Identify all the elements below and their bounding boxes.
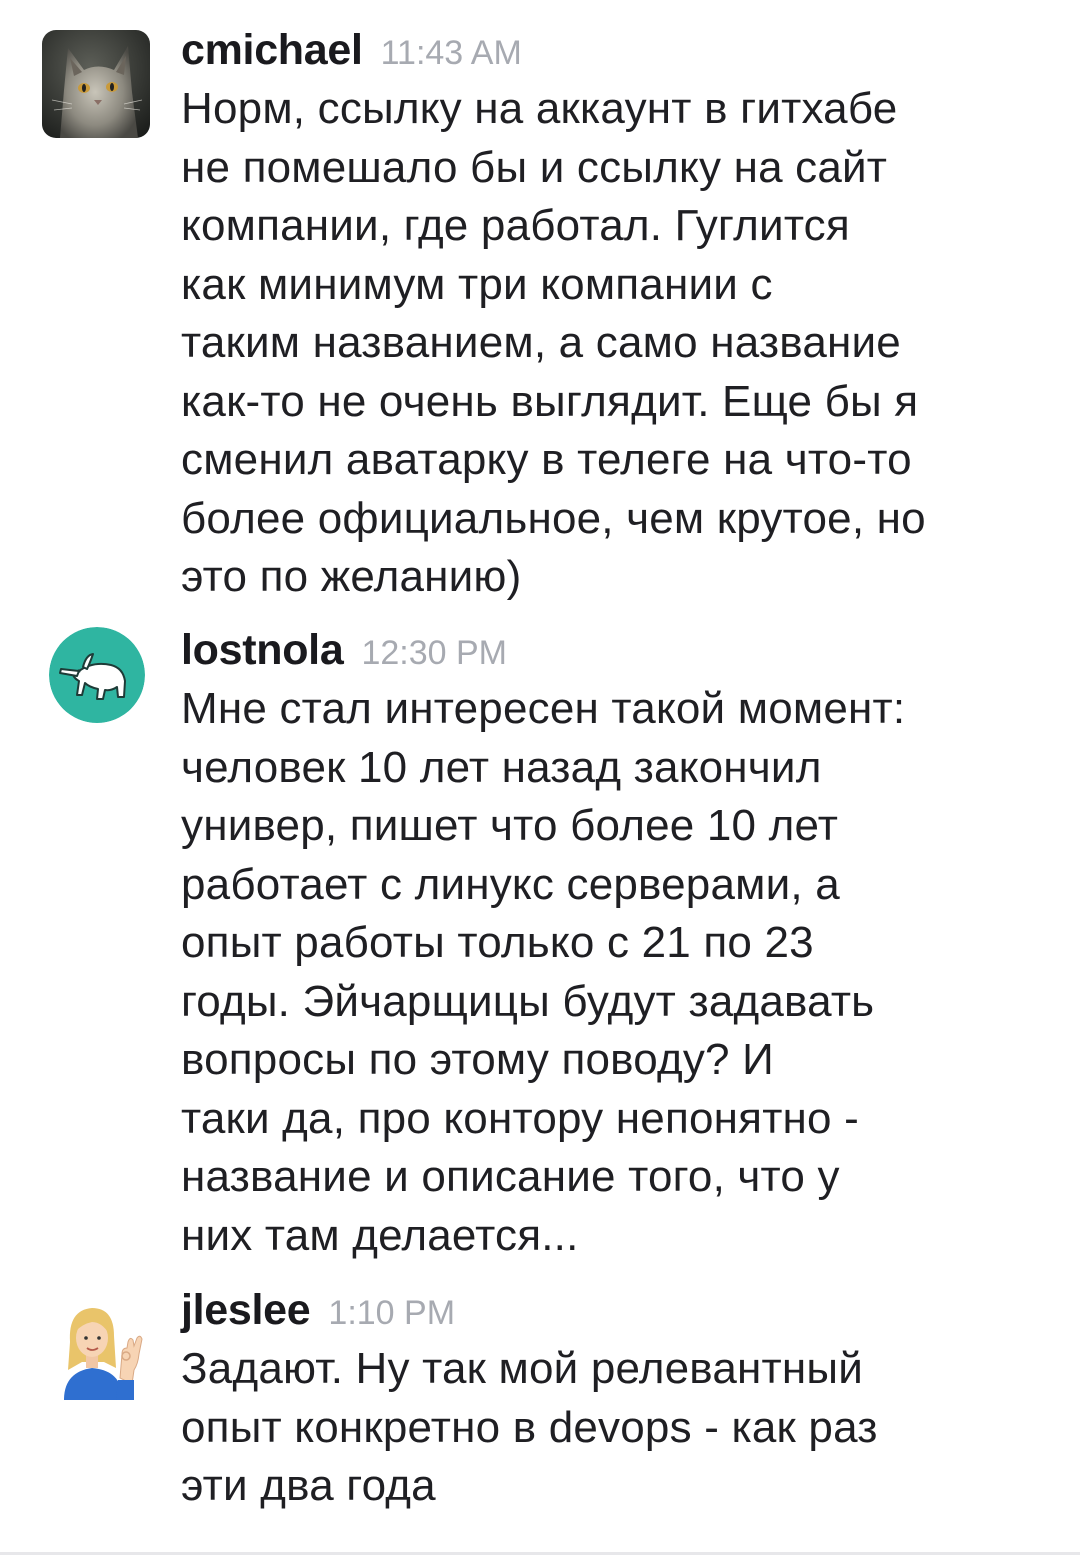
person-avatar-image <box>42 1292 150 1400</box>
message-line: таки да, про контору непонятно - <box>181 1093 860 1143</box>
message-line: компании, где работал. Гуглится <box>181 201 850 250</box>
message-header: jleslee 1:10 PM <box>181 1280 1051 1340</box>
message-line: годы. Эйчарщицы будут задавать <box>181 976 875 1026</box>
message-line: вопросы по этому поводу? И <box>181 1035 774 1084</box>
message-line: сменил аватарку в телеге на что-то <box>181 435 912 484</box>
message-line: эти два года <box>181 1461 436 1510</box>
message-line: Задают. Ну так мой релевантный <box>181 1344 864 1393</box>
message-line: опыт конкретно в devops - как раз <box>181 1402 878 1452</box>
aardvark-avatar-image <box>49 627 145 723</box>
message-line: таким названием, а само название <box>181 318 901 367</box>
message-line: универ, пишет что более 10 лет <box>181 801 839 850</box>
message-text: Норм, ссылку на аккаунт в гитхабе не пом… <box>181 80 1051 607</box>
message-line: это по желанию) <box>181 552 522 601</box>
message-line: как минимум три компании с <box>181 259 773 309</box>
message-line: название и описание того, что у <box>181 1152 840 1201</box>
message-content: cmichael 11:43 AM Норм, ссылку на аккаунт… <box>181 20 1051 607</box>
message-line: более официальное, чем крутое, но <box>181 493 926 543</box>
timestamp: 12:30 PM <box>361 634 507 672</box>
message-header: cmichael 11:43 AM <box>181 20 1051 80</box>
message-line: не помешало бы и ссылку на сайт <box>181 142 888 192</box>
username[interactable]: lostnola <box>181 626 344 674</box>
aardvark-avatar-icon[interactable] <box>49 627 145 723</box>
message-text: Мне стал интересен такой момент: человек… <box>181 680 1051 1265</box>
username[interactable]: cmichael <box>181 26 363 74</box>
message-content: jleslee 1:10 PM Задают. Ну так мой релева… <box>181 1280 1051 1516</box>
message-line: Мне стал интересен такой момент: <box>181 684 906 733</box>
message-line: работает с линукс серверами, а <box>181 859 840 909</box>
message-content: lostnola 12:30 PM Мне стал интересен тако… <box>181 620 1051 1265</box>
person-ok-gesture-avatar-icon[interactable] <box>42 1292 150 1400</box>
message-line: Норм, ссылку на аккаунт в гитхабе <box>181 84 898 133</box>
message-header: lostnola 12:30 PM <box>181 620 1051 680</box>
timestamp: 1:10 PM <box>328 1294 456 1332</box>
message-line: них там делается... <box>181 1210 579 1260</box>
message-line: человек 10 лет назад закончил <box>181 742 822 792</box>
cat-avatar-image <box>42 30 150 138</box>
message-text: Задают. Ну так мой релевантный опыт конк… <box>181 1340 1051 1516</box>
cat-avatar-icon[interactable] <box>42 30 150 138</box>
message-line: как-то не очень выглядит. Еще бы я <box>181 376 919 426</box>
timestamp: 11:43 AM <box>380 34 522 72</box>
message-line: опыт работы только с 21 по 23 <box>181 918 814 967</box>
username[interactable]: jleslee <box>181 1286 311 1334</box>
